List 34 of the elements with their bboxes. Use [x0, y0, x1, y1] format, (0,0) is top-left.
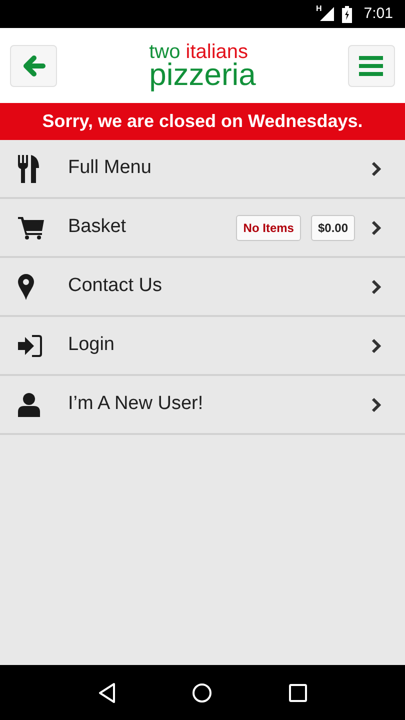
menu-item-label: Contact Us: [68, 274, 163, 298]
back-button[interactable]: [10, 44, 57, 86]
menu-item[interactable]: Login: [0, 317, 405, 376]
map-pin-icon: [18, 274, 34, 300]
chevron-right-icon: [371, 220, 381, 236]
cutlery-icon: [18, 154, 40, 182]
chevron-right-icon: [371, 160, 381, 176]
back-nav-icon[interactable]: [98, 682, 116, 702]
menu-icon: [359, 56, 384, 76]
chevron-right-icon: [371, 278, 381, 294]
chevron-right-icon: [371, 396, 381, 412]
back-arrow-icon: [22, 54, 46, 76]
menu-item[interactable]: Full Menu: [0, 140, 405, 199]
cart-icon: [18, 216, 44, 240]
item-count-badge: No Items: [236, 214, 301, 240]
sign-in-icon: [18, 334, 42, 356]
network-type: H: [316, 3, 322, 15]
menu-item-label: Full Menu: [68, 156, 152, 180]
chevron-right-icon: [371, 338, 381, 354]
menu-item-label: Login: [68, 333, 116, 358]
menu-item-label: I’m A New User!: [68, 392, 204, 416]
total-badge: $0.00: [310, 214, 355, 240]
closed-notice-banner: Sorry, we are closed on Wednesdays.: [0, 103, 405, 140]
battery-icon: [342, 6, 352, 22]
menu-item[interactable]: I’m A New User!: [0, 376, 405, 435]
clock-time: 7:01: [364, 4, 393, 24]
home-nav-icon[interactable]: [192, 682, 212, 702]
menu-item[interactable]: Contact Us: [0, 258, 405, 317]
menu-item-label: Basket: [68, 215, 128, 240]
logo: two italians pizzeria: [149, 42, 256, 90]
recents-nav-icon[interactable]: [288, 684, 307, 702]
menu-button[interactable]: [348, 44, 395, 86]
user-icon: [18, 392, 40, 416]
menu-item[interactable]: Basket No Items $0.00: [0, 199, 405, 258]
